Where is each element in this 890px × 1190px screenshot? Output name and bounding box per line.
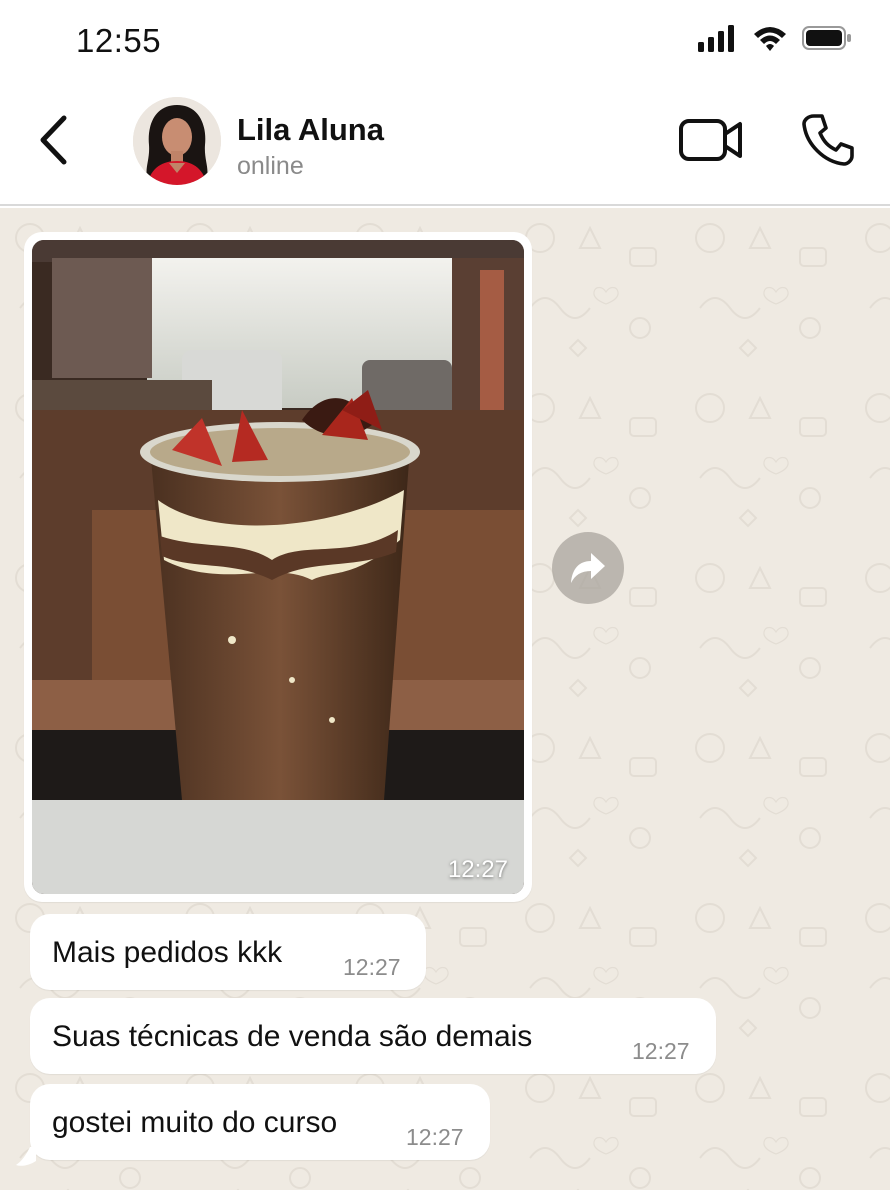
- message-text: gostei muito do curso: [52, 1106, 338, 1139]
- text-message[interactable]: gostei muito do curso 12:27: [30, 1084, 490, 1160]
- message-timestamp: 12:27: [343, 954, 401, 980]
- image-message[interactable]: 12:27: [24, 232, 532, 902]
- message-timestamp: 12:27: [632, 1038, 690, 1064]
- status-icons: [698, 24, 852, 57]
- wifi-icon: [752, 24, 788, 57]
- message-text: Mais pedidos kkk: [52, 936, 283, 969]
- image-timestamp: 12:27: [447, 856, 508, 883]
- back-button[interactable]: [30, 110, 76, 170]
- text-message[interactable]: Mais pedidos kkk 12:27: [30, 914, 426, 990]
- message-timestamp: 12:27: [406, 1124, 464, 1150]
- signal-icon: [698, 24, 738, 57]
- phone-icon: [802, 114, 854, 166]
- video-camera-icon: [679, 119, 742, 161]
- video-call-button[interactable]: [678, 116, 744, 164]
- message-text: Suas técnicas de venda são demais: [52, 1020, 533, 1053]
- forward-arrow-icon: [571, 553, 605, 583]
- chat-header: Lila Aluna online: [0, 86, 890, 206]
- dessert-cup-photo: [32, 240, 524, 894]
- status-time: 12:55: [76, 22, 162, 59]
- status-bar: 12:55: [0, 0, 890, 86]
- battery-icon: [802, 24, 852, 57]
- contact-avatar[interactable]: [133, 97, 221, 185]
- bubble-tail: [16, 1147, 36, 1166]
- text-message[interactable]: Suas técnicas de venda são demais 12:27: [30, 998, 716, 1074]
- back-arrow-icon: [40, 115, 67, 165]
- contact-status: online: [237, 152, 304, 180]
- voice-call-button[interactable]: [800, 112, 856, 168]
- contact-name[interactable]: Lila Aluna: [237, 112, 384, 148]
- forward-button[interactable]: [552, 532, 624, 604]
- chat-area[interactable]: 12:27 Mais pedidos kkk 12:27 Suas técnic…: [0, 208, 890, 1190]
- message-photo[interactable]: 12:27: [32, 240, 524, 894]
